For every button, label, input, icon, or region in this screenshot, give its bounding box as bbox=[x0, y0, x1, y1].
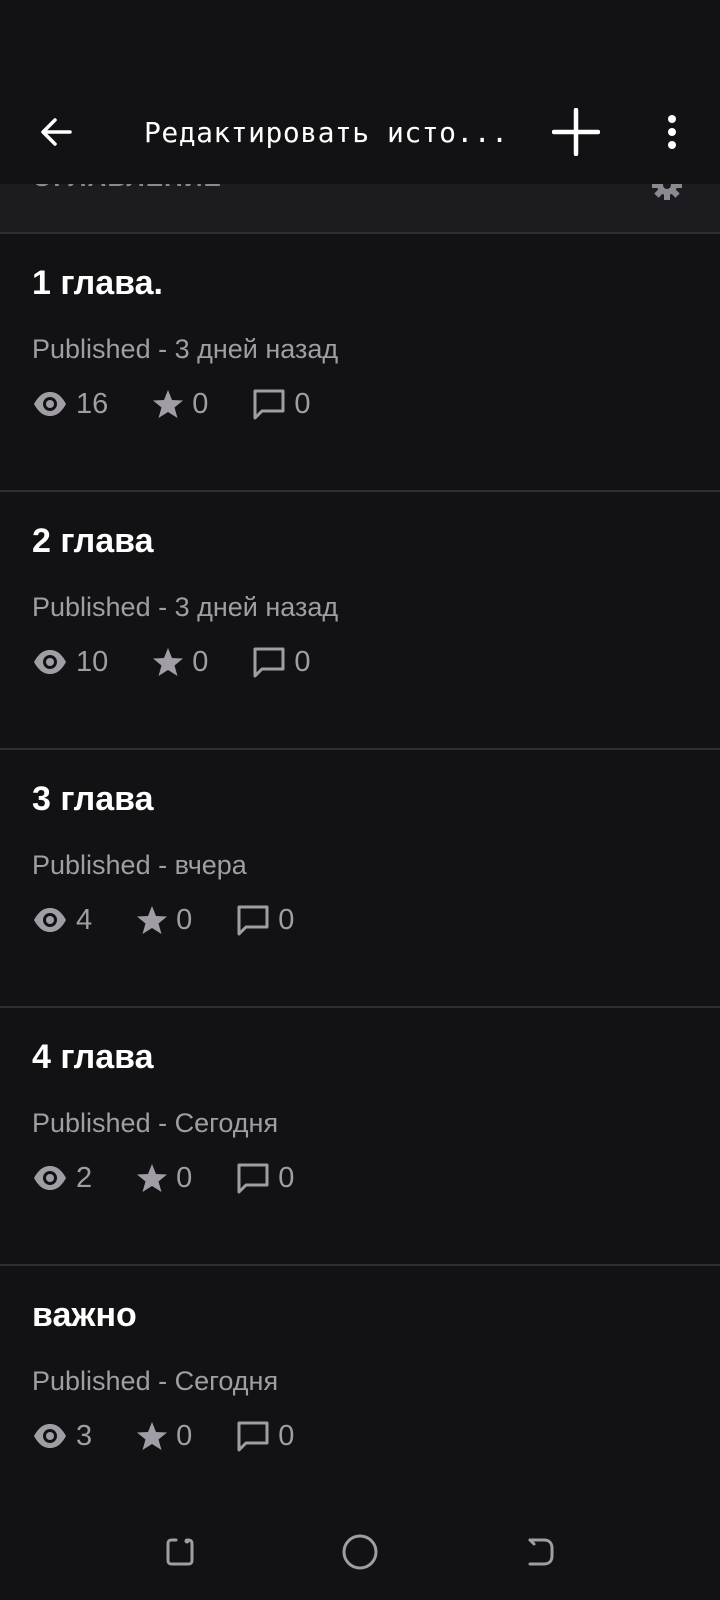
plus-icon bbox=[552, 108, 600, 156]
eye-icon bbox=[34, 392, 66, 416]
part-stats: 10 0 0 bbox=[32, 642, 355, 682]
views-count: 10 bbox=[76, 645, 109, 678]
votes-count: 0 bbox=[176, 903, 193, 936]
votes-stat: 0 bbox=[136, 904, 192, 937]
comment-icon bbox=[253, 647, 285, 678]
star-icon bbox=[153, 648, 184, 676]
views-count: 2 bbox=[76, 1161, 93, 1194]
part-title: 3 глава bbox=[32, 780, 154, 818]
views-stat: 4 bbox=[32, 902, 92, 938]
home-circle-icon bbox=[342, 1534, 378, 1570]
votes-count: 0 bbox=[192, 387, 209, 420]
comment-icon bbox=[253, 389, 285, 420]
votes-count: 0 bbox=[176, 1419, 193, 1452]
system-back-button[interactable] bbox=[508, 1520, 572, 1584]
views-stat: 10 bbox=[32, 644, 108, 680]
votes-stat: 0 bbox=[136, 1420, 192, 1453]
part-status: Published - Сегодня bbox=[32, 1366, 279, 1396]
views-count: 4 bbox=[76, 903, 93, 936]
part-stats: 3 0 0 bbox=[32, 1416, 338, 1456]
comments-stat: 0 bbox=[236, 1419, 294, 1453]
page-title: Редактировать исто... bbox=[144, 115, 504, 149]
more-vertical-icon bbox=[668, 115, 676, 149]
views-count: 3 bbox=[76, 1419, 93, 1452]
views-stat: 16 bbox=[32, 386, 108, 422]
part-title: 4 глава bbox=[32, 1038, 154, 1076]
comment-icon bbox=[237, 905, 269, 936]
list-item[interactable]: 4 глава Published - Сегодня 2 0 0 bbox=[0, 1008, 720, 1266]
votes-stat: 0 bbox=[152, 646, 208, 679]
eye-icon bbox=[34, 1166, 66, 1190]
comments-stat: 0 bbox=[252, 387, 311, 421]
status-bar bbox=[0, 0, 720, 80]
home-button[interactable] bbox=[328, 1520, 392, 1584]
star-icon bbox=[137, 1164, 168, 1192]
comments-stat: 0 bbox=[236, 1161, 294, 1195]
comments-count: 0 bbox=[294, 387, 311, 420]
part-status: Published - 3 дней назад bbox=[32, 592, 339, 622]
app-bar: Редактировать исто... bbox=[0, 80, 720, 184]
part-title: важно bbox=[32, 1296, 137, 1334]
comments-stat: 0 bbox=[236, 903, 294, 937]
part-status: Published - Сегодня bbox=[32, 1108, 279, 1138]
part-status: Published - 3 дней назад bbox=[32, 334, 339, 364]
part-status: Published - вчера bbox=[32, 850, 247, 880]
views-stat: 3 bbox=[32, 1418, 92, 1454]
list-item[interactable]: 1 глава. Published - 3 дней назад 16 0 0 bbox=[0, 234, 720, 492]
eye-icon bbox=[34, 650, 66, 674]
eye-icon bbox=[34, 908, 66, 932]
list-item[interactable]: 2 глава Published - 3 дней назад 10 0 0 bbox=[0, 492, 720, 750]
part-stats: 4 0 0 bbox=[32, 900, 338, 940]
part-stats: 2 0 0 bbox=[32, 1158, 338, 1198]
comments-count: 0 bbox=[278, 1419, 295, 1452]
comments-count: 0 bbox=[278, 903, 295, 936]
votes-stat: 0 bbox=[152, 388, 208, 421]
comments-stat: 0 bbox=[252, 645, 311, 679]
part-title: 1 глава. bbox=[32, 264, 163, 302]
more-options-button[interactable] bbox=[640, 80, 704, 184]
comments-count: 0 bbox=[294, 645, 311, 678]
comment-icon bbox=[237, 1163, 269, 1194]
votes-count: 0 bbox=[176, 1161, 193, 1194]
votes-count: 0 bbox=[192, 645, 209, 678]
system-navigation-bar bbox=[0, 1500, 720, 1600]
list-item[interactable]: важно Published - Сегодня 3 0 0 bbox=[0, 1266, 720, 1522]
views-stat: 2 bbox=[32, 1160, 92, 1196]
add-part-button[interactable] bbox=[544, 80, 608, 184]
arrow-left-icon bbox=[41, 118, 72, 146]
eye-icon bbox=[34, 1424, 66, 1448]
star-icon bbox=[137, 1422, 168, 1450]
system-back-icon bbox=[528, 1538, 554, 1566]
parts-list: 1 глава. Published - 3 дней назад 16 0 0… bbox=[0, 234, 720, 1522]
part-stats: 16 0 0 bbox=[32, 384, 355, 424]
views-count: 16 bbox=[76, 387, 109, 420]
comments-count: 0 bbox=[278, 1161, 295, 1194]
list-item[interactable]: 3 глава Published - вчера 4 0 0 bbox=[0, 750, 720, 1008]
votes-stat: 0 bbox=[136, 1162, 192, 1195]
recents-icon bbox=[166, 1538, 194, 1566]
star-icon bbox=[137, 906, 168, 934]
recents-button[interactable] bbox=[148, 1520, 212, 1584]
comment-icon bbox=[237, 1421, 269, 1452]
star-icon bbox=[153, 390, 184, 418]
part-title: 2 глава bbox=[32, 522, 154, 560]
back-button[interactable] bbox=[24, 80, 88, 184]
